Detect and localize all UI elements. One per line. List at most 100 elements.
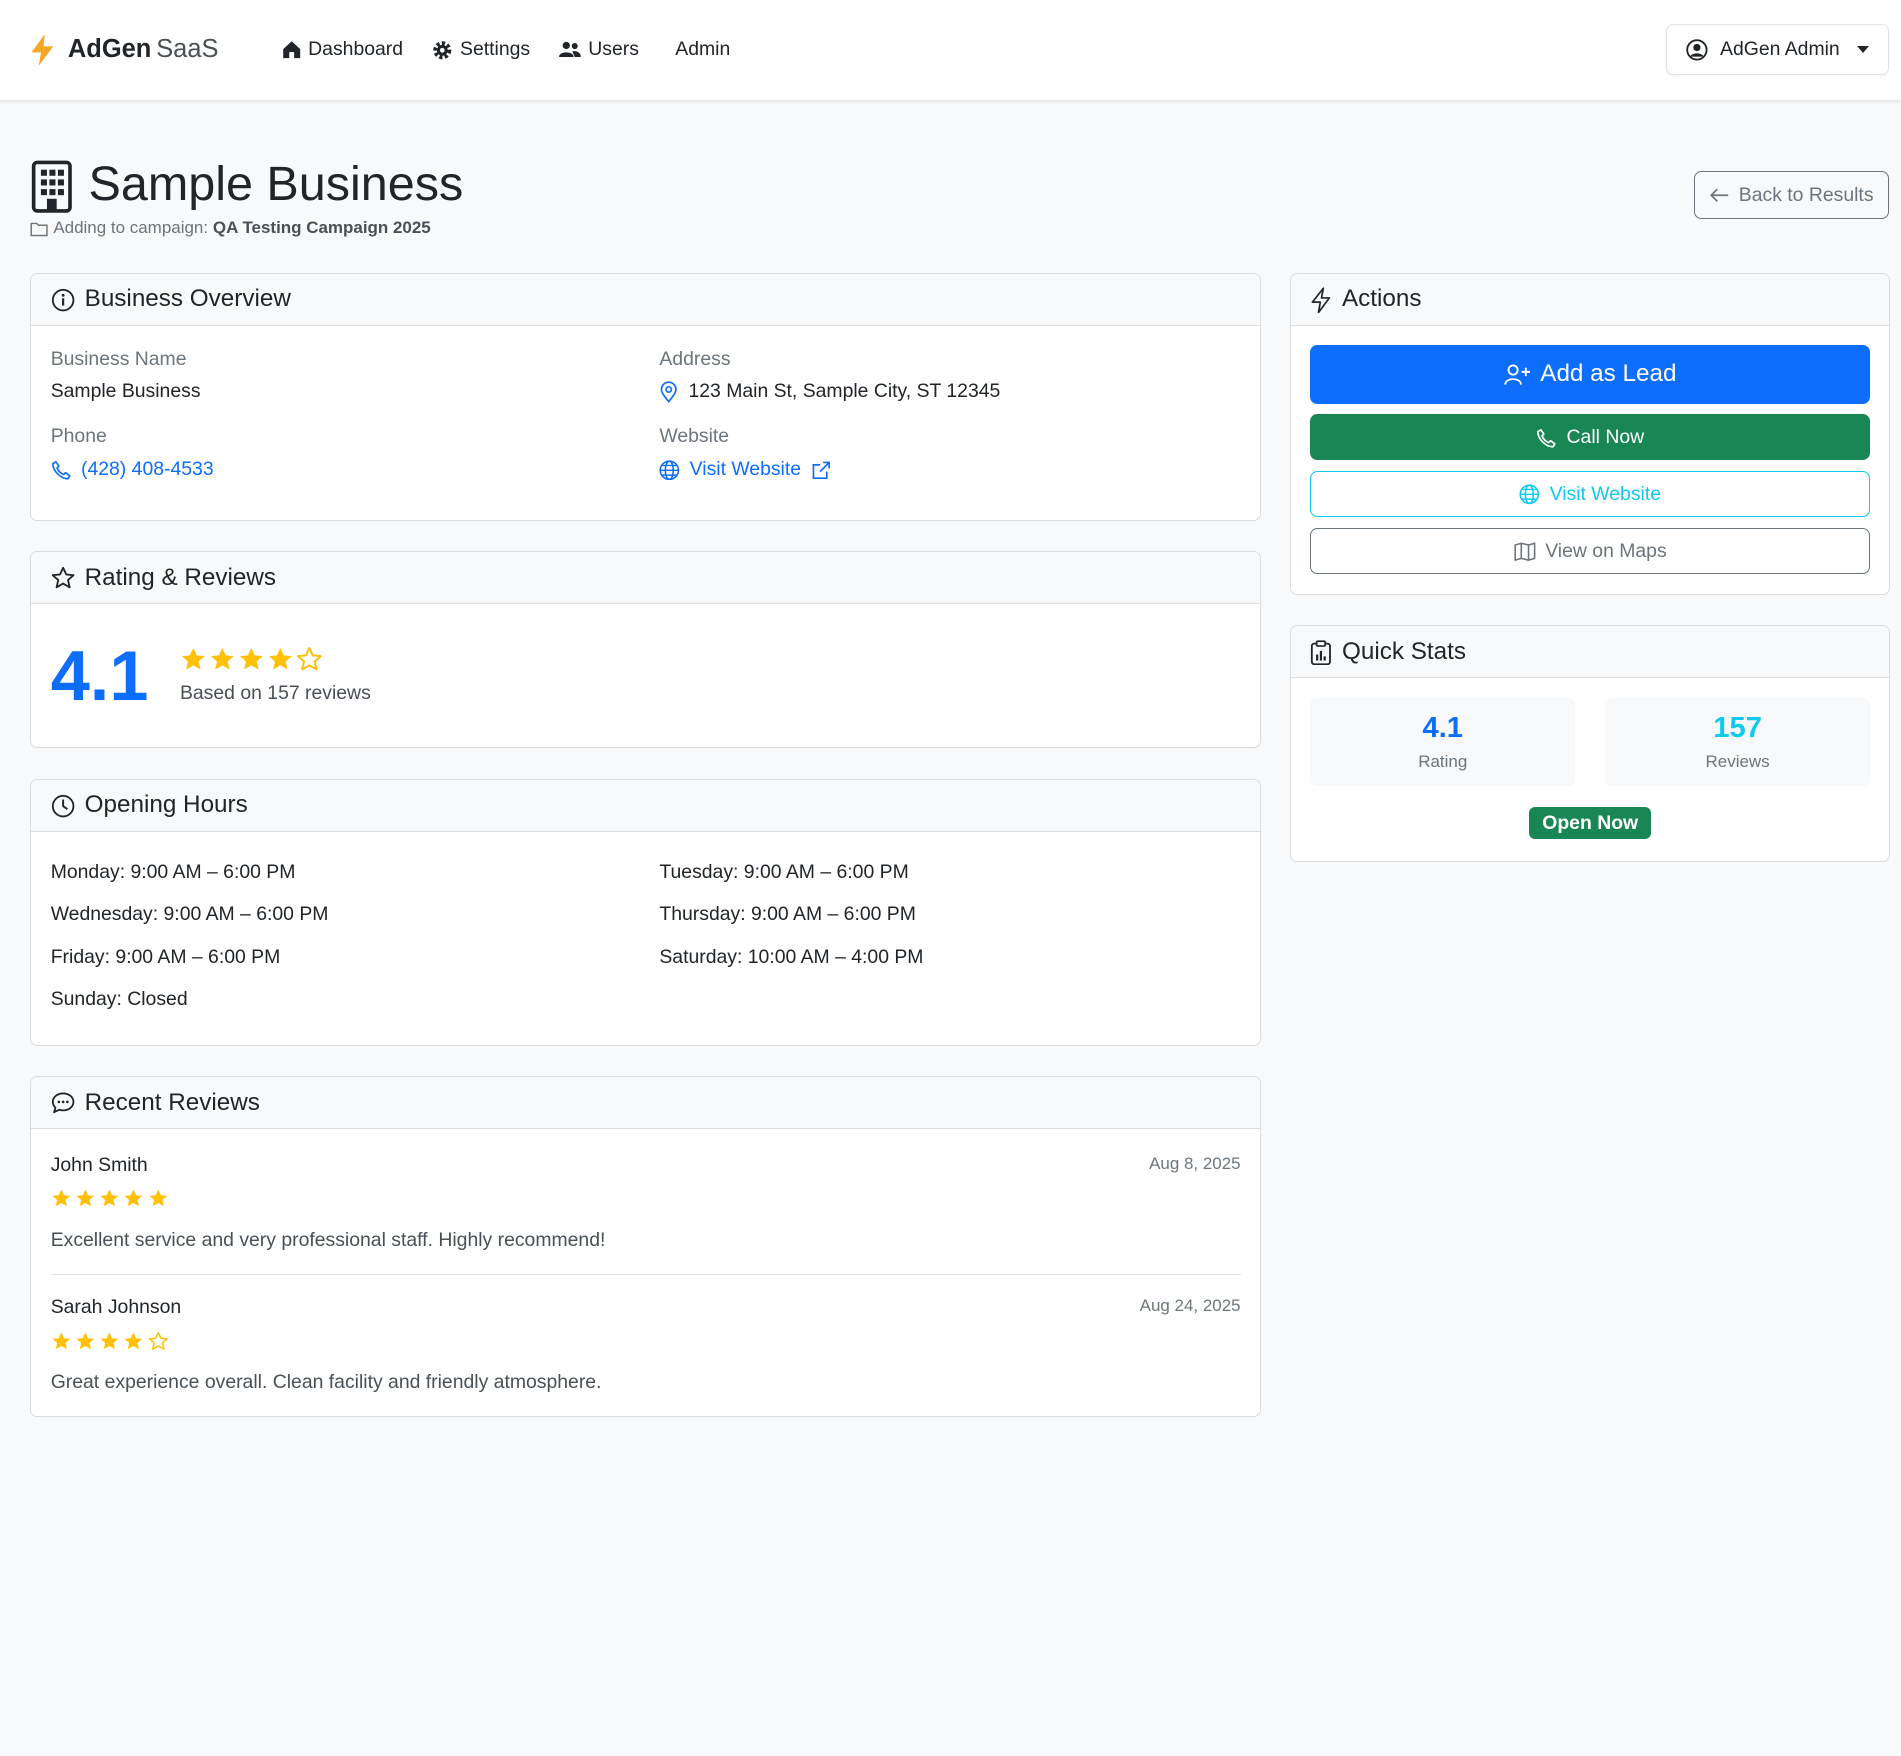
brand-name: AdGen — [67, 35, 152, 64]
hours-item: Thursday: 9:00 AM – 6:00 PM — [659, 903, 916, 926]
nav-links: Dashboard Settings Users Admin — [279, 31, 733, 69]
card-title: Actions — [1341, 285, 1422, 313]
reviewer-name: John Smith — [50, 1153, 148, 1176]
nav-dashboard-label: Dashboard — [308, 38, 404, 61]
brand[interactable]: AdGen SaaS — [29, 33, 218, 67]
clock-icon — [51, 791, 75, 819]
user-menu-dropdown[interactable]: AdGen Admin — [1665, 24, 1890, 76]
nav-dashboard[interactable]: Dashboard — [279, 31, 405, 69]
phone-field: Phone (428) 408-4533 — [51, 425, 660, 481]
card-header: Opening Hours — [31, 779, 1260, 832]
lightning-outline-icon — [1310, 285, 1332, 313]
quick-stats-card: Quick Stats 4.1 Rating 157 Reviews Open … — [1290, 625, 1891, 863]
map-icon — [1514, 540, 1536, 563]
recent-reviews-card: Recent Reviews John Smith Aug 8, 2025 Ex… — [30, 1076, 1261, 1418]
business-name-label: Business Name — [50, 347, 187, 370]
phone-icon — [1536, 426, 1557, 449]
globe-icon — [659, 458, 680, 481]
hours-item: Tuesday: 9:00 AM – 6:00 PM — [659, 860, 909, 883]
review-date: Aug 24, 2025 — [1139, 1296, 1241, 1316]
star-filled-icon — [99, 1186, 120, 1209]
building-icon — [30, 155, 74, 213]
address-label: Address — [659, 347, 731, 370]
card-title: Rating & Reviews — [84, 563, 277, 591]
add-as-lead-button[interactable]: Add as Lead — [1310, 345, 1870, 404]
star-filled-icon — [123, 1329, 144, 1352]
actions-card: Actions Add as Lead Call Now Visit Websi… — [1290, 272, 1891, 595]
phone-label: Phone — [50, 425, 107, 448]
globe-icon — [1519, 483, 1540, 506]
visit-website-button[interactable]: Visit Website — [1310, 471, 1870, 518]
hours-item: Friday: 9:00 AM – 6:00 PM — [50, 945, 281, 968]
caret-down-icon — [1856, 46, 1869, 53]
stat-reviews-value: 157 — [1713, 711, 1762, 744]
card-title: Recent Reviews — [84, 1088, 260, 1116]
review-item: Sarah Johnson Aug 24, 2025 Great experie… — [50, 1273, 1241, 1417]
back-to-results-button[interactable]: Back to Results — [1694, 170, 1890, 220]
campaign-prefix: Adding to campaign: — [53, 218, 209, 238]
opening-hours-card: Opening Hours Monday: 9:00 AM – 6:00 PM T… — [30, 778, 1261, 1046]
person-plus-icon — [1504, 360, 1531, 388]
review-stars — [51, 1329, 1241, 1352]
call-now-button[interactable]: Call Now — [1310, 414, 1870, 461]
people-icon — [559, 38, 581, 61]
card-title: Quick Stats — [1341, 637, 1466, 665]
lightning-icon — [29, 33, 56, 67]
info-circle-icon — [51, 285, 75, 313]
business-overview-card: Business Overview Business Name Sample B… — [30, 272, 1261, 521]
nav-admin-label: Admin — [675, 38, 731, 61]
reviewer-name: Sarah Johnson — [50, 1296, 182, 1319]
nav-users-label: Users — [588, 38, 639, 61]
card-title: Business Overview — [84, 285, 291, 313]
top-navbar: AdGen SaaS Dashboard Settings Users Admi… — [0, 0, 1901, 101]
side-column: Actions Add as Lead Call Now Visit Websi… — [1290, 272, 1891, 893]
view-on-maps-button[interactable]: View on Maps — [1310, 528, 1870, 575]
stat-rating-value: 4.1 — [1422, 711, 1463, 744]
website-link[interactable]: Visit Website — [690, 458, 801, 481]
house-icon — [282, 38, 301, 61]
arrow-left-icon — [1709, 184, 1729, 207]
user-menu-label: AdGen Admin — [1720, 38, 1840, 61]
website-field: Website Visit Website — [659, 425, 1240, 481]
star-filled-icon — [238, 646, 265, 673]
card-header: Quick Stats — [1291, 626, 1890, 679]
star-filled-icon — [267, 646, 294, 673]
card-header: Recent Reviews — [31, 1077, 1260, 1130]
page-title: Sample Business — [30, 155, 463, 213]
review-date: Aug 8, 2025 — [1149, 1153, 1241, 1173]
stat-rating: 4.1 Rating — [1310, 697, 1576, 787]
clipboard-data-icon — [1310, 638, 1332, 666]
address-field: Address 123 Main St, Sample City, ST 123… — [659, 348, 1240, 404]
folder-icon — [30, 218, 49, 238]
brand-suffix: SaaS — [156, 35, 219, 64]
back-button-label: Back to Results — [1738, 183, 1874, 206]
gear-icon — [432, 38, 453, 61]
stat-reviews-label: Reviews — [1705, 752, 1770, 772]
star-outline-icon — [51, 564, 75, 592]
nav-settings[interactable]: Settings — [430, 31, 533, 69]
nav-users[interactable]: Users — [557, 31, 642, 69]
card-header: Business Overview — [31, 273, 1260, 326]
star-filled-icon — [209, 646, 236, 673]
star-filled-icon — [51, 1329, 72, 1352]
big-rating-value: 4.1 — [50, 635, 149, 715]
chat-dots-icon — [51, 1089, 75, 1117]
business-name-field: Business Name Sample Business — [51, 348, 660, 404]
star-empty-icon — [148, 1329, 169, 1352]
star-filled-icon — [148, 1186, 169, 1209]
nav-admin[interactable]: Admin — [673, 31, 733, 69]
hours-list: Monday: 9:00 AM – 6:00 PM Tuesday: 9:00 A… — [51, 856, 1241, 1021]
user-circle-icon — [1686, 38, 1708, 61]
page-title-text: Sample Business — [88, 157, 464, 212]
visit-website-label: Visit Website — [1549, 482, 1662, 505]
hours-item: Monday: 9:00 AM – 6:00 PM — [50, 860, 296, 883]
star-filled-icon — [51, 1186, 72, 1209]
star-filled-icon — [123, 1186, 144, 1209]
hours-item: Wednesday: 9:00 AM – 6:00 PM — [50, 903, 329, 926]
star-filled-icon — [75, 1186, 96, 1209]
open-status-badge: Open Now — [1528, 806, 1652, 840]
phone-link[interactable]: (428) 408-4533 — [81, 458, 214, 481]
review-stars — [51, 1186, 1241, 1209]
stat-reviews: 157 Reviews — [1605, 697, 1870, 787]
star-filled-icon — [180, 646, 207, 673]
